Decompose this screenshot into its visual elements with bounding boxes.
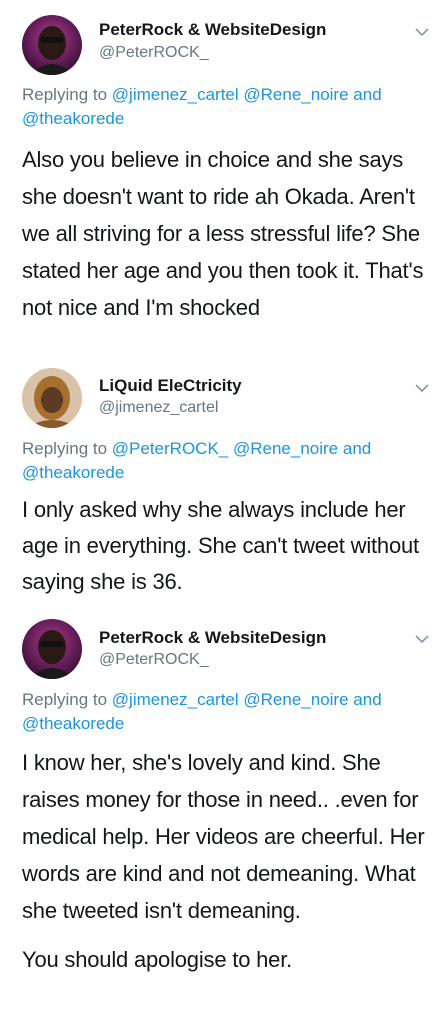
reply-prefix: Replying to [22,690,112,709]
author-name[interactable]: LiQuid EleCtricity [99,376,242,396]
reply-context: Replying to @jimenez_cartel @Rene_noire … [22,688,422,736]
author-handle[interactable]: @PeterROCK_ [99,651,209,669]
mention-link[interactable]: @Rene_noire [243,85,348,104]
chevron-down-icon[interactable] [414,26,430,38]
avatar-liquid[interactable] [22,368,82,428]
avatar-peterrock[interactable] [22,15,82,75]
tweet-text-paragraph: I know her, she's lovely and kind. She r… [22,750,425,923]
mention-link[interactable]: @Rene_noire [243,690,348,709]
tweet-text: I only asked why she always include her … [22,492,427,600]
reply-joiner: and [342,439,372,458]
mention-link[interactable]: @jimenez_cartel [112,690,239,709]
reply-prefix: Replying to [22,439,112,458]
reply-joiner: and [353,85,382,104]
tweet-text: I know her, she's lovely and kind. She r… [22,744,427,978]
avatar-peterrock[interactable] [22,619,82,679]
chevron-down-icon[interactable] [414,382,430,394]
reply-prefix: Replying to [22,85,112,104]
mention-link[interactable]: @jimenez_cartel [112,85,239,104]
reply-context: Replying to @jimenez_cartel @Rene_noire … [22,83,422,131]
reply-joiner: and [353,690,382,709]
tweet-text-paragraph: I only asked why she always include her … [22,497,419,594]
author-handle[interactable]: @jimenez_cartel [99,399,218,417]
author-name[interactable]: PeterRock & WebsiteDesign [99,628,326,648]
mention-link[interactable]: @theakorede [22,714,124,733]
author-handle[interactable]: @PeterROCK_ [99,44,209,62]
author-name[interactable]: PeterRock & WebsiteDesign [99,20,326,40]
tweet-text-paragraph: You should apologise to her. [22,947,293,972]
reply-context: Replying to @PeterROCK_ @Rene_noire and @… [22,437,422,485]
mention-link[interactable]: @Rene_noire [233,439,338,458]
mention-link[interactable]: @theakorede [22,463,124,482]
mention-link[interactable]: @PeterROCK_ [112,439,228,458]
tweet-text: Also you believe in choice and she says … [22,141,427,326]
tweet-text-paragraph: Also you believe in choice and she says … [22,147,424,320]
chevron-down-icon[interactable] [414,633,430,645]
mention-link[interactable]: @theakorede [22,109,124,128]
